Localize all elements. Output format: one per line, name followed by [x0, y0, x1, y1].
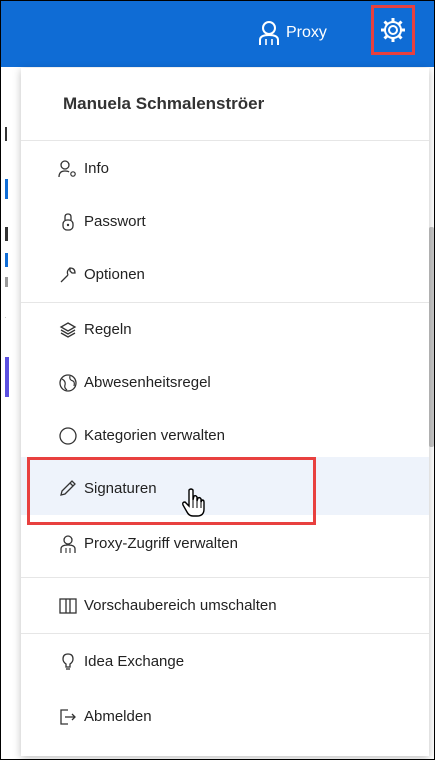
panel-icon [58, 596, 78, 616]
circle-icon [58, 426, 78, 446]
menu-item-label: Proxy-Zugriff verwalten [84, 535, 238, 552]
settings-menu: Manuela Schmalenströer Info Passwort Opt… [21, 68, 429, 756]
menu-item-proxy-zugriff[interactable]: Proxy-Zugriff verwalten [21, 517, 429, 570]
top-bar: Proxy [1, 1, 434, 67]
menu-item-label: Abmelden [84, 708, 152, 725]
menu-item-label: Regeln [84, 321, 132, 338]
menu-item-optionen[interactable]: Optionen [21, 248, 429, 301]
gear-icon [381, 18, 405, 42]
wrench-icon [58, 265, 78, 285]
user-gear-icon [58, 159, 78, 179]
menu-divider [21, 577, 429, 578]
pencil-icon [58, 478, 78, 498]
menu-item-idea-exchange[interactable]: Idea Exchange [21, 635, 429, 688]
menu-item-label: Signaturen [84, 479, 157, 497]
menu-item-kategorien[interactable]: Kategorien verwalten [21, 409, 429, 462]
logout-icon [58, 707, 78, 727]
menu-item-label: Passwort [84, 213, 146, 230]
lock-icon [58, 212, 78, 232]
menu-item-vorschaubereich[interactable]: Vorschaubereich umschalten [21, 579, 429, 632]
proxy-user-icon [58, 534, 78, 554]
menu-item-label: Vorschaubereich umschalten [84, 597, 277, 614]
menu-item-regeln[interactable]: Regeln [21, 303, 429, 356]
proxy-label: Proxy [286, 24, 327, 41]
menu-divider [21, 633, 429, 634]
scrollbar-thumb[interactable] [429, 227, 434, 447]
user-name: Manuela Schmalenströer [63, 94, 265, 113]
menu-item-label: Abwesenheitsregel [84, 374, 211, 391]
menu-item-label: Kategorien verwalten [84, 427, 225, 444]
proxy-user-icon [259, 21, 279, 45]
menu-item-signaturen[interactable]: Signaturen [21, 462, 429, 514]
menu-header: Manuela Schmalenströer [21, 68, 429, 141]
background-content [1, 67, 23, 759]
layers-icon [58, 320, 78, 340]
app-window: Proxy Manuela Schmalenströer Info Passwo… [0, 0, 435, 760]
menu-item-label: Info [84, 160, 110, 177]
settings-button[interactable] [371, 5, 415, 55]
proxy-button[interactable]: Proxy [258, 13, 327, 53]
globe-icon [58, 373, 78, 393]
menu-item-abwesenheitsregel[interactable]: Abwesenheitsregel [21, 356, 429, 409]
menu-item-passwort[interactable]: Passwort [21, 195, 429, 248]
menu-item-label: Idea Exchange [84, 653, 185, 670]
menu-item-abmelden[interactable]: Abmelden [21, 690, 429, 743]
menu-item-label: Optionen [84, 266, 145, 283]
lightbulb-icon [58, 652, 78, 672]
hand-cursor-icon [181, 488, 207, 523]
menu-item-info[interactable]: Info [21, 142, 429, 195]
